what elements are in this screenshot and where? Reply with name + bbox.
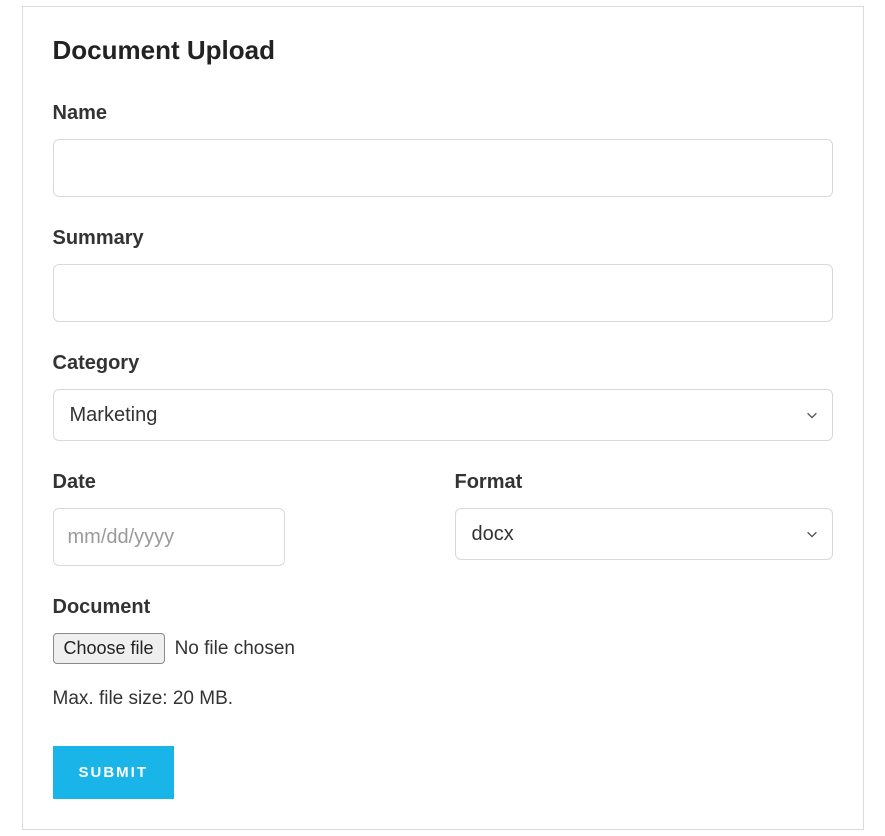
summary-group: Summary [53, 227, 833, 322]
file-status-text: No file chosen [175, 638, 295, 660]
summary-input[interactable] [53, 264, 833, 322]
name-label: Name [53, 102, 833, 125]
submit-button[interactable]: Submit [53, 746, 175, 799]
format-label: Format [455, 471, 833, 494]
date-placeholder-text: mm/dd/yyyy [68, 526, 175, 549]
category-label: Category [53, 352, 833, 375]
file-row: Choose file No file chosen [53, 633, 833, 664]
format-select[interactable]: docx [455, 508, 833, 560]
category-select-wrapper: Marketing [53, 389, 833, 441]
date-label: Date [53, 471, 431, 494]
date-format-row: Date mm/dd/yyyy Format docx [53, 471, 833, 566]
name-group: Name [53, 102, 833, 197]
category-select[interactable]: Marketing [53, 389, 833, 441]
date-input[interactable]: mm/dd/yyyy [53, 508, 285, 566]
document-label: Document [53, 596, 833, 619]
date-group: Date mm/dd/yyyy [53, 471, 443, 566]
category-group: Category Marketing [53, 352, 833, 441]
summary-label: Summary [53, 227, 833, 250]
name-input[interactable] [53, 139, 833, 197]
format-select-wrapper: docx [455, 508, 833, 560]
file-hint-text: Max. file size: 20 MB. [53, 688, 833, 710]
choose-file-button[interactable]: Choose file [53, 633, 165, 664]
document-group: Document Choose file No file chosen Max.… [53, 596, 833, 710]
format-group: Format docx [443, 471, 833, 566]
card-title: Document Upload [53, 35, 833, 66]
upload-card: Document Upload Name Summary Category Ma… [22, 6, 864, 830]
